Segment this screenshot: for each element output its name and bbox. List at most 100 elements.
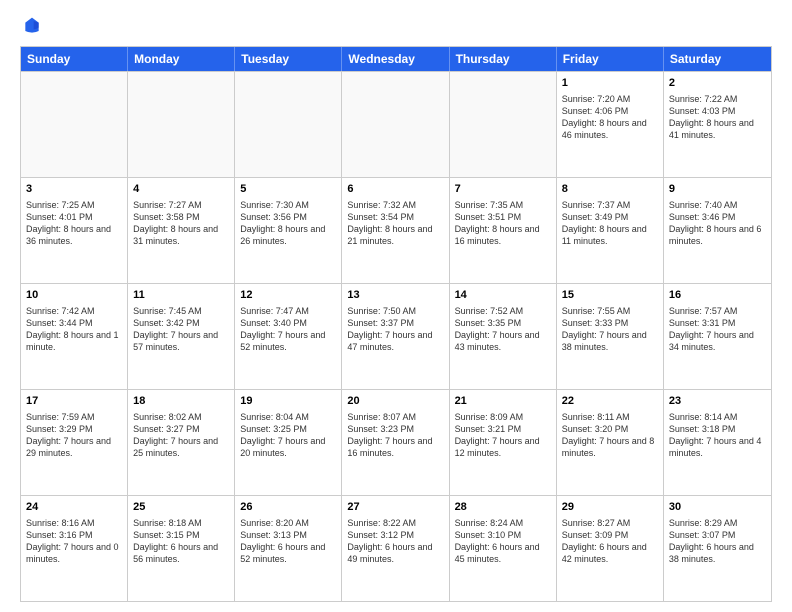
day-number: 11 <box>133 288 229 303</box>
day-info: Sunrise: 7:47 AM Sunset: 3:40 PM Dayligh… <box>240 305 336 354</box>
day-info: Sunrise: 7:40 AM Sunset: 3:46 PM Dayligh… <box>669 199 766 248</box>
day-number: 14 <box>455 288 551 303</box>
day-info: Sunrise: 7:25 AM Sunset: 4:01 PM Dayligh… <box>26 199 122 248</box>
calendar-cell <box>342 72 449 177</box>
calendar-cell: 14 Sunrise: 7:52 AM Sunset: 3:35 PM Dayli… <box>450 284 557 389</box>
calendar-cell: 26 Sunrise: 8:20 AM Sunset: 3:13 PM Dayli… <box>235 496 342 601</box>
header <box>20 16 772 36</box>
calendar-cell: 20 Sunrise: 8:07 AM Sunset: 3:23 PM Dayli… <box>342 390 449 495</box>
calendar-cell: 27 Sunrise: 8:22 AM Sunset: 3:12 PM Dayli… <box>342 496 449 601</box>
calendar-cell: 21 Sunrise: 8:09 AM Sunset: 3:21 PM Dayli… <box>450 390 557 495</box>
day-info: Sunrise: 7:37 AM Sunset: 3:49 PM Dayligh… <box>562 199 658 248</box>
calendar-cell: 13 Sunrise: 7:50 AM Sunset: 3:37 PM Dayli… <box>342 284 449 389</box>
calendar-cell: 18 Sunrise: 8:02 AM Sunset: 3:27 PM Dayli… <box>128 390 235 495</box>
calendar-cell: 6 Sunrise: 7:32 AM Sunset: 3:54 PM Daylig… <box>342 178 449 283</box>
day-number: 22 <box>562 394 658 409</box>
day-info: Sunrise: 7:35 AM Sunset: 3:51 PM Dayligh… <box>455 199 551 248</box>
day-number: 6 <box>347 182 443 197</box>
day-number: 5 <box>240 182 336 197</box>
calendar-cell: 19 Sunrise: 8:04 AM Sunset: 3:25 PM Dayli… <box>235 390 342 495</box>
calendar-cell: 29 Sunrise: 8:27 AM Sunset: 3:09 PM Dayli… <box>557 496 664 601</box>
day-info: Sunrise: 8:07 AM Sunset: 3:23 PM Dayligh… <box>347 411 443 460</box>
day-info: Sunrise: 8:22 AM Sunset: 3:12 PM Dayligh… <box>347 517 443 566</box>
calendar-cell: 30Sunrise: 8:29 AM Sunset: 3:07 PM Dayli… <box>664 496 771 601</box>
logo <box>20 16 42 36</box>
calendar-cell: 4 Sunrise: 7:27 AM Sunset: 3:58 PM Daylig… <box>128 178 235 283</box>
calendar-cell: 10 Sunrise: 7:42 AM Sunset: 3:44 PM Dayli… <box>21 284 128 389</box>
day-info: Sunrise: 8:20 AM Sunset: 3:13 PM Dayligh… <box>240 517 336 566</box>
day-number: 13 <box>347 288 443 303</box>
calendar-cell: 11 Sunrise: 7:45 AM Sunset: 3:42 PM Dayli… <box>128 284 235 389</box>
calendar-cell: 28Sunrise: 8:24 AM Sunset: 3:10 PM Dayli… <box>450 496 557 601</box>
day-number: 21 <box>455 394 551 409</box>
header-day: Monday <box>128 47 235 71</box>
day-info: Sunrise: 8:11 AM Sunset: 3:20 PM Dayligh… <box>562 411 658 460</box>
header-day: Sunday <box>21 47 128 71</box>
day-info: Sunrise: 8:14 AM Sunset: 3:18 PM Dayligh… <box>669 411 766 460</box>
page: SundayMondayTuesdayWednesdayThursdayFrid… <box>0 0 792 612</box>
calendar-cell: 12 Sunrise: 7:47 AM Sunset: 3:40 PM Dayli… <box>235 284 342 389</box>
day-info: Sunrise: 7:50 AM Sunset: 3:37 PM Dayligh… <box>347 305 443 354</box>
logo-icon <box>22 16 42 36</box>
calendar-cell: 5 Sunrise: 7:30 AM Sunset: 3:56 PM Daylig… <box>235 178 342 283</box>
calendar-row: 10 Sunrise: 7:42 AM Sunset: 3:44 PM Dayli… <box>21 283 771 389</box>
day-number: 25 <box>133 500 229 515</box>
calendar-cell: 16Sunrise: 7:57 AM Sunset: 3:31 PM Dayli… <box>664 284 771 389</box>
day-number: 17 <box>26 394 122 409</box>
day-info: Sunrise: 7:30 AM Sunset: 3:56 PM Dayligh… <box>240 199 336 248</box>
calendar-cell: 25 Sunrise: 8:18 AM Sunset: 3:15 PM Dayli… <box>128 496 235 601</box>
day-number: 26 <box>240 500 336 515</box>
day-number: 4 <box>133 182 229 197</box>
calendar-row: 3Sunrise: 7:25 AM Sunset: 4:01 PM Daylig… <box>21 177 771 283</box>
calendar-cell: 24 Sunrise: 8:16 AM Sunset: 3:16 PM Dayli… <box>21 496 128 601</box>
calendar-cell <box>128 72 235 177</box>
calendar-row: 17 Sunrise: 7:59 AM Sunset: 3:29 PM Dayli… <box>21 389 771 495</box>
header-day: Friday <box>557 47 664 71</box>
calendar-cell: 15Sunrise: 7:55 AM Sunset: 3:33 PM Dayli… <box>557 284 664 389</box>
day-info: Sunrise: 7:42 AM Sunset: 3:44 PM Dayligh… <box>26 305 122 354</box>
day-info: Sunrise: 8:16 AM Sunset: 3:16 PM Dayligh… <box>26 517 122 566</box>
calendar-cell: 9 Sunrise: 7:40 AM Sunset: 3:46 PM Daylig… <box>664 178 771 283</box>
calendar-row: 1 Sunrise: 7:20 AM Sunset: 4:06 PM Daylig… <box>21 71 771 177</box>
day-info: Sunrise: 7:27 AM Sunset: 3:58 PM Dayligh… <box>133 199 229 248</box>
day-number: 19 <box>240 394 336 409</box>
calendar-cell: 22 Sunrise: 8:11 AM Sunset: 3:20 PM Dayli… <box>557 390 664 495</box>
day-info: Sunrise: 7:59 AM Sunset: 3:29 PM Dayligh… <box>26 411 122 460</box>
header-day: Wednesday <box>342 47 449 71</box>
day-info: Sunrise: 8:02 AM Sunset: 3:27 PM Dayligh… <box>133 411 229 460</box>
day-info: Sunrise: 8:24 AM Sunset: 3:10 PM Dayligh… <box>455 517 551 566</box>
calendar-body: 1 Sunrise: 7:20 AM Sunset: 4:06 PM Daylig… <box>21 71 771 601</box>
day-info: Sunrise: 8:27 AM Sunset: 3:09 PM Dayligh… <box>562 517 658 566</box>
day-number: 9 <box>669 182 766 197</box>
day-info: Sunrise: 8:09 AM Sunset: 3:21 PM Dayligh… <box>455 411 551 460</box>
calendar-row: 24 Sunrise: 8:16 AM Sunset: 3:16 PM Dayli… <box>21 495 771 601</box>
day-number: 12 <box>240 288 336 303</box>
calendar-header: SundayMondayTuesdayWednesdayThursdayFrid… <box>21 47 771 71</box>
header-day: Thursday <box>450 47 557 71</box>
day-number: 10 <box>26 288 122 303</box>
calendar-cell: 23Sunrise: 8:14 AM Sunset: 3:18 PM Dayli… <box>664 390 771 495</box>
calendar-cell <box>235 72 342 177</box>
day-number: 24 <box>26 500 122 515</box>
day-number: 1 <box>562 76 658 91</box>
day-info: Sunrise: 8:29 AM Sunset: 3:07 PM Dayligh… <box>669 517 766 566</box>
day-number: 16 <box>669 288 766 303</box>
day-info: Sunrise: 8:04 AM Sunset: 3:25 PM Dayligh… <box>240 411 336 460</box>
calendar-cell: 7 Sunrise: 7:35 AM Sunset: 3:51 PM Daylig… <box>450 178 557 283</box>
day-number: 8 <box>562 182 658 197</box>
day-info: Sunrise: 7:52 AM Sunset: 3:35 PM Dayligh… <box>455 305 551 354</box>
calendar-cell <box>21 72 128 177</box>
day-info: Sunrise: 7:20 AM Sunset: 4:06 PM Dayligh… <box>562 93 658 142</box>
day-number: 29 <box>562 500 658 515</box>
calendar-cell: 3Sunrise: 7:25 AM Sunset: 4:01 PM Daylig… <box>21 178 128 283</box>
day-info: Sunrise: 7:32 AM Sunset: 3:54 PM Dayligh… <box>347 199 443 248</box>
header-day: Saturday <box>664 47 771 71</box>
day-number: 27 <box>347 500 443 515</box>
calendar: SundayMondayTuesdayWednesdayThursdayFrid… <box>20 46 772 602</box>
day-number: 18 <box>133 394 229 409</box>
day-info: Sunrise: 8:18 AM Sunset: 3:15 PM Dayligh… <box>133 517 229 566</box>
day-number: 7 <box>455 182 551 197</box>
day-info: Sunrise: 7:45 AM Sunset: 3:42 PM Dayligh… <box>133 305 229 354</box>
day-number: 20 <box>347 394 443 409</box>
calendar-cell: 8 Sunrise: 7:37 AM Sunset: 3:49 PM Daylig… <box>557 178 664 283</box>
